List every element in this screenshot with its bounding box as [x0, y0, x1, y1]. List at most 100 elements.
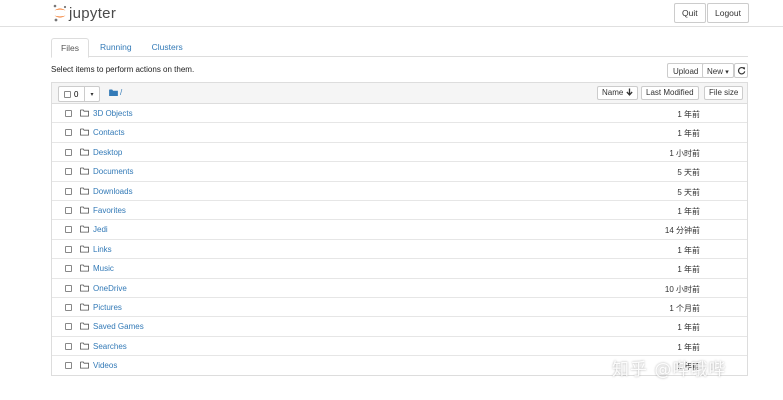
refresh-button[interactable] [734, 63, 748, 78]
row-checkbox[interactable] [65, 187, 72, 195]
row-checkbox[interactable] [65, 148, 72, 156]
folder-icon [109, 89, 118, 96]
row-checkbox[interactable] [65, 129, 72, 137]
select-all-wrapper: 0 [59, 87, 85, 101]
breadcrumb[interactable]: / [109, 88, 122, 97]
tab-files[interactable]: Files [51, 38, 89, 58]
name-sort-label: Name [602, 88, 624, 97]
item-name-link[interactable]: Jedi [93, 225, 108, 234]
watermark: 知乎 @哔哦哔 [612, 360, 727, 380]
selected-count: 0 [74, 89, 79, 99]
row-checkbox[interactable] [65, 323, 72, 331]
item-name-link[interactable]: OneDrive [93, 284, 127, 293]
list-item[interactable]: Pictures 1 个月前 [52, 298, 747, 318]
folder-icon [80, 322, 89, 330]
row-checkbox[interactable] [65, 168, 72, 176]
list-item[interactable]: 3D Objects 1 年前 [52, 104, 747, 124]
item-name-link[interactable]: Downloads [93, 187, 133, 196]
item-last-modified: 1 年前 [677, 342, 700, 352]
folder-icon [80, 167, 89, 175]
folder-icon [80, 303, 89, 311]
item-name-link[interactable]: Pictures [93, 303, 122, 312]
arrow-down-icon [625, 88, 633, 96]
sort-by-name-button[interactable]: Name [597, 86, 638, 100]
sort-by-file-size-button[interactable]: File size [704, 86, 744, 100]
sort-by-last-modified-button[interactable]: Last Modified [641, 86, 699, 100]
logout-button[interactable]: Logout [707, 3, 749, 23]
list-item[interactable]: Music 1 年前 [52, 259, 747, 279]
tab-clusters[interactable]: Clusters [143, 38, 192, 56]
row-checkbox[interactable] [65, 265, 72, 273]
item-last-modified: 1 年前 [677, 245, 700, 255]
item-name-link[interactable]: Links [93, 245, 112, 254]
row-checkbox[interactable] [65, 284, 72, 292]
row-checkbox[interactable] [65, 206, 72, 214]
jupyter-logo[interactable]: jupyter [53, 3, 116, 23]
folder-icon [80, 284, 89, 292]
folder-icon [80, 148, 89, 156]
file-list-header: 0 ▾ / Name Last Modified File size [52, 83, 747, 104]
new-dropdown-button[interactable]: New ▾ [702, 63, 734, 78]
folder-icon [80, 361, 89, 369]
row-checkbox[interactable] [65, 362, 72, 370]
list-item[interactable]: OneDrive 10 小时前 [52, 279, 747, 298]
list-item[interactable]: Jedi 14 分钟前 [52, 220, 747, 240]
row-checkbox[interactable] [65, 245, 72, 253]
caret-down-icon: ▾ [90, 91, 94, 98]
item-last-modified: 1 年前 [677, 206, 700, 216]
tab-running[interactable]: Running [91, 38, 141, 56]
folder-icon [80, 264, 89, 272]
list-item[interactable]: Saved Games 1 年前 [52, 317, 747, 337]
item-name-link[interactable]: 3D Objects [93, 109, 133, 118]
item-name-link[interactable]: Music [93, 264, 114, 273]
refresh-icon [737, 67, 745, 75]
folder-icon [80, 206, 89, 214]
list-item[interactable]: Favorites 1 年前 [52, 201, 747, 221]
logo-text: jupyter [69, 4, 117, 22]
item-last-modified: 1 年前 [677, 110, 700, 119]
list-item[interactable]: Downloads 5 天前 [52, 182, 747, 201]
folder-icon [80, 129, 89, 136]
quit-button[interactable]: Quit [674, 3, 706, 23]
row-checkbox[interactable] [65, 342, 72, 350]
item-name-link[interactable]: Documents [93, 167, 133, 176]
folder-icon [80, 245, 89, 253]
item-name-link[interactable]: Contacts [93, 128, 125, 137]
selection-hint: Select items to perform actions on them. [51, 65, 195, 74]
item-last-modified: 10 小时前 [664, 284, 700, 294]
list-item[interactable]: Desktop 1 小时前 [52, 143, 747, 163]
select-dropdown-button[interactable]: ▾ [85, 87, 99, 101]
item-last-modified: 1 年前 [677, 129, 700, 139]
item-name-link[interactable]: Desktop [93, 148, 122, 157]
chevron-down-icon: ▾ [725, 69, 729, 76]
item-last-modified: 1 个月前 [669, 303, 700, 313]
item-name-link[interactable]: Saved Games [93, 322, 144, 331]
main-tabs: Files Running Clusters [51, 38, 194, 58]
item-name-link[interactable]: Videos [93, 361, 117, 370]
jupyter-logo-icon [53, 4, 67, 22]
item-name-link[interactable]: Favorites [93, 206, 126, 215]
folder-icon [80, 342, 89, 350]
folder-icon [80, 109, 89, 117]
list-item[interactable]: Contacts 1 年前 [52, 123, 747, 143]
row-checkbox[interactable] [65, 303, 72, 311]
item-last-modified: 5 天前 [677, 187, 700, 197]
row-checkbox[interactable] [65, 110, 72, 117]
list-item[interactable]: Links 1 年前 [52, 240, 747, 260]
select-all-checkbox[interactable] [64, 90, 71, 98]
item-last-modified: 14 分钟前 [664, 226, 700, 236]
upload-button[interactable]: Upload [667, 63, 705, 78]
item-name-link[interactable]: Searches [93, 342, 127, 351]
tab-divider [51, 56, 748, 57]
item-last-modified: 1 年前 [677, 323, 700, 333]
app-header: jupyter Quit Logout [0, 0, 783, 27]
file-rows: 3D Objects 1 年前 Contacts 1 年前 Desktop 1 小时前 Do… [52, 104, 747, 375]
list-item[interactable]: Documents 5 天前 [52, 162, 747, 182]
item-last-modified: 1 小时前 [669, 148, 700, 158]
list-item[interactable]: Searches 1 年前 [52, 337, 747, 357]
breadcrumb-root[interactable]: / [120, 88, 122, 97]
row-checkbox[interactable] [65, 226, 72, 234]
new-label: New [707, 67, 724, 76]
select-all-group[interactable]: 0 ▾ [58, 86, 100, 102]
file-list: 0 ▾ / Name Last Modified File size 3D Ob… [51, 82, 748, 377]
